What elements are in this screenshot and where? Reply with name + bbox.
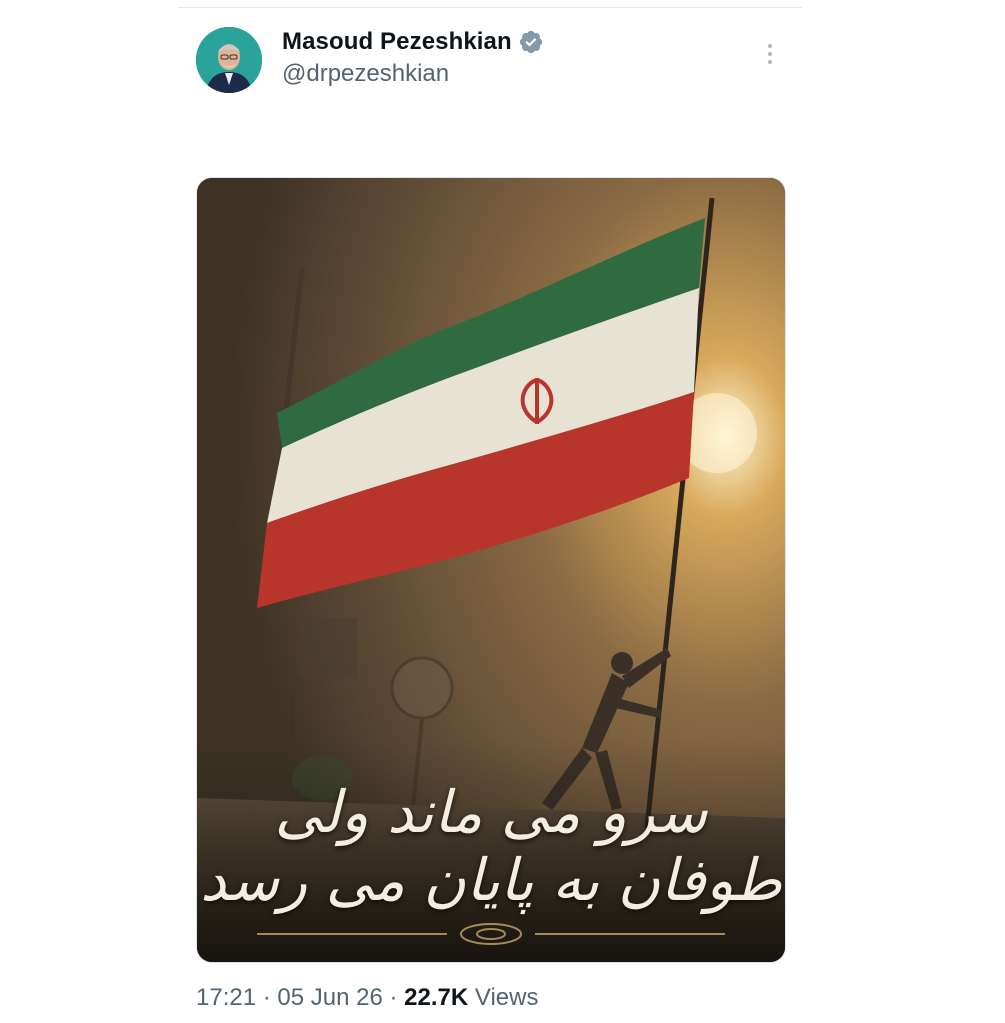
tweet: Masoud Pezeshkian @drpezeshkian سرو می م… bbox=[178, 8, 802, 1023]
more-dot bbox=[768, 52, 772, 56]
handle[interactable]: @drpezeshkian bbox=[282, 60, 544, 88]
tweet-media-image[interactable]: سرو می ماند ولی طوفان به پایان می رسد bbox=[196, 177, 786, 963]
more-dot bbox=[768, 60, 772, 64]
tweet-time[interactable]: 17:21 bbox=[196, 984, 256, 1011]
display-name[interactable]: Masoud Pezeshkian bbox=[282, 28, 512, 56]
views-label: Views bbox=[474, 984, 539, 1011]
meta-separator: · bbox=[262, 984, 271, 1011]
more-dot bbox=[768, 44, 772, 48]
tweet-date[interactable]: 05 Jun 26 bbox=[277, 984, 382, 1011]
meta-separator: · bbox=[389, 984, 398, 1011]
tweet-meta: 17:21 · 05 Jun 26 · 22.7K Views bbox=[196, 984, 538, 1012]
views-count[interactable]: 22.7K bbox=[404, 984, 468, 1011]
name-row: Masoud Pezeshkian bbox=[282, 27, 544, 57]
author-block: Masoud Pezeshkian @drpezeshkian bbox=[282, 27, 544, 88]
media-caption: سرو می ماند ولی طوفان به پایان می رسد bbox=[200, 778, 782, 914]
more-options-icon[interactable] bbox=[758, 38, 782, 70]
verified-badge-icon bbox=[518, 29, 544, 55]
avatar[interactable] bbox=[196, 27, 262, 93]
